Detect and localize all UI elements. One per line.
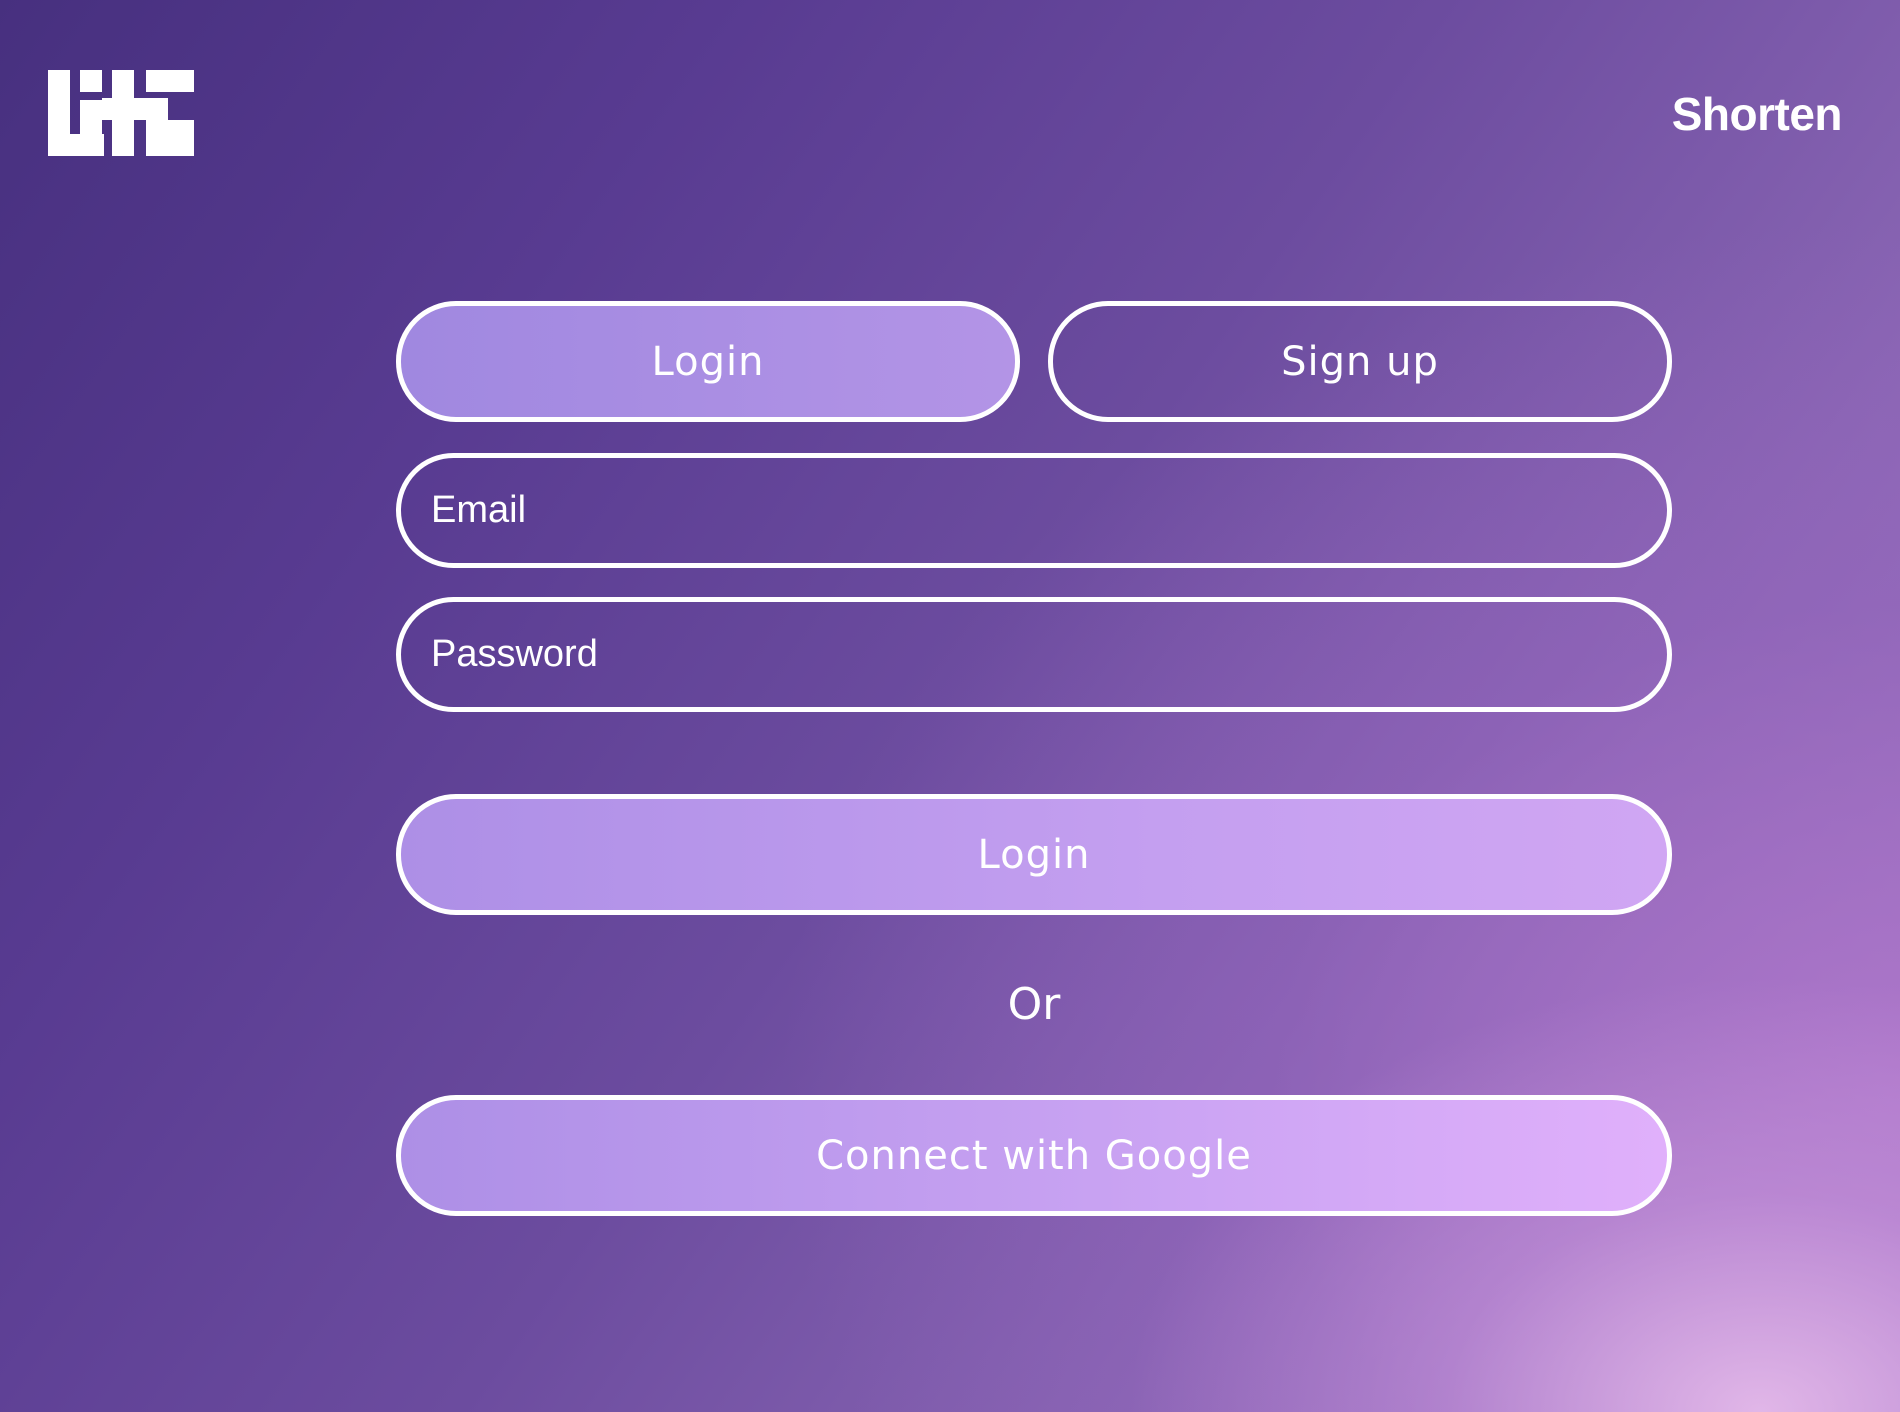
or-divider: Or [1007, 979, 1061, 1030]
login-submit-button[interactable]: Login [396, 794, 1672, 915]
brand-logo-icon[interactable] [48, 70, 194, 156]
password-input[interactable] [431, 633, 1667, 676]
tab-sign-up[interactable]: Sign up [1048, 301, 1672, 422]
email-input[interactable] [431, 489, 1667, 532]
email-field[interactable] [396, 453, 1672, 568]
auth-form: Login Sign up Login Or Connect with Goog… [396, 301, 1672, 1216]
tab-login[interactable]: Login [396, 301, 1020, 422]
nav-shorten-link[interactable]: Shorten [1672, 86, 1843, 142]
connect-google-button[interactable]: Connect with Google [396, 1095, 1672, 1216]
password-field[interactable] [396, 597, 1672, 712]
auth-tabs: Login Sign up [396, 301, 1672, 422]
